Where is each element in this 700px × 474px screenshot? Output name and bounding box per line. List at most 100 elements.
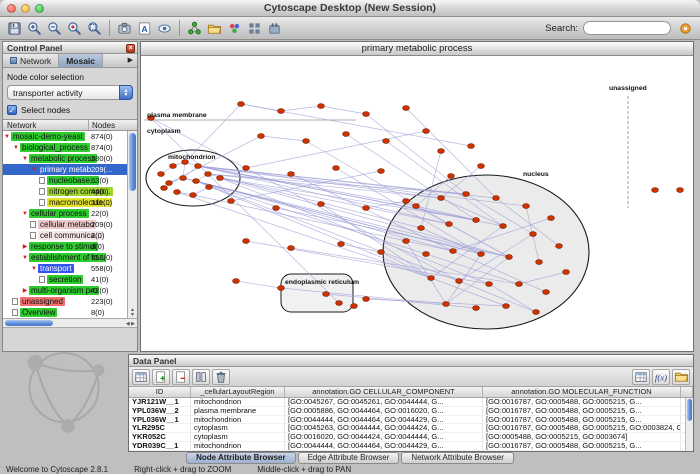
network-node[interactable] [543,290,550,295]
network-node[interactable] [243,166,250,171]
tree-expander-icon[interactable]: ▼ [30,266,38,272]
network-node[interactable] [351,304,358,309]
network-node[interactable] [536,260,543,265]
network-edge[interactable] [321,106,366,114]
scrollbar-arrows[interactable]: ◀ ▶ [126,321,135,327]
tree-expander-icon[interactable]: ▼ [30,167,38,173]
zoom-selected-icon[interactable] [65,19,84,38]
tree-vertical-scrollbar[interactable]: ▲▼ [127,131,137,318]
network-view-title[interactable]: primary metabolic process [141,42,693,56]
network-node[interactable] [228,199,235,204]
network-node[interactable] [478,164,485,169]
network-node[interactable] [403,199,410,204]
table-row-YDR039C__1[interactable]: YDR039C__1mitochondrion[GO:0044444, GO:0… [129,442,685,451]
network-node[interactable] [258,134,265,139]
close-button[interactable] [7,4,16,13]
network-node[interactable] [273,206,280,211]
network-node[interactable] [193,179,200,184]
network-node[interactable] [423,129,430,134]
network-node[interactable] [278,286,285,291]
tree-row-cellular-metabo[interactable]: cellular metabo209(0) [3,219,127,230]
tree-row-multi-organism-pro[interactable]: ▶multi-organism pro42(0) [3,285,127,296]
network-edge[interactable] [236,281,281,288]
scrollbar-thumb[interactable] [5,320,53,326]
zoom-button[interactable] [35,4,44,13]
network-node[interactable] [456,279,463,284]
table-row-YLR295C[interactable]: YLR295Ccytoplasm[GO:0045263, GO:0044444,… [129,424,685,433]
tree-horizontal-scrollbar[interactable]: ◀ ▶ [3,318,137,328]
network-node[interactable] [493,196,500,201]
tree-row-nitrogen-compo-[interactable]: nitrogen compo...44(0) [3,186,127,197]
scrollbar-thumb[interactable] [687,399,692,421]
network-node[interactable] [556,244,563,249]
color-attribute-dropdown[interactable]: transporter activity ▲▼ [7,85,133,100]
new-network-icon[interactable] [185,19,204,38]
network-node[interactable] [383,139,390,144]
network-node[interactable] [158,172,165,177]
tab-mosaic[interactable]: Mosaic [59,54,103,67]
tab-network[interactable]: Network [3,54,59,67]
tab-edge-attribute-browser[interactable]: Edge Attribute Browser [298,452,400,464]
scrollbar-thumb[interactable] [129,133,136,191]
tree-expander-icon[interactable]: ▼ [12,145,20,151]
network-node[interactable] [190,193,197,198]
network-edge[interactable] [241,104,471,146]
network-node[interactable] [516,282,523,287]
scrollbar-arrows[interactable]: ▲▼ [128,308,137,318]
network-node[interactable] [378,169,385,174]
network-node[interactable] [174,190,181,195]
tree-row-nucleobase-[interactable]: nucleobase...63(0) [3,175,127,186]
vizmapper-icon[interactable] [225,19,244,38]
network-node[interactable] [448,174,455,179]
column-header-1[interactable]: _cellularLayoutRegion [191,387,285,397]
tab-network-attribute-browser[interactable]: Network Attribute Browser [401,452,513,464]
tree-expander-icon[interactable]: ▶ [21,243,29,250]
network-node[interactable] [403,239,410,244]
network-node[interactable] [423,252,430,257]
network-node[interactable] [166,181,173,186]
configure-search-icon[interactable] [676,19,695,38]
tree-row-mosaic-demo-yeast[interactable]: ▼mosaic-demo-yeast874(0) [3,131,127,142]
tree-row-unassigned[interactable]: unassigned223(0) [3,296,127,307]
network-node[interactable] [478,252,485,257]
tree-row-overview[interactable]: Overview8(0) [3,307,127,318]
trash-icon[interactable] [212,369,230,385]
network-node[interactable] [486,282,493,287]
tree-expander-icon[interactable]: ▼ [21,156,29,162]
network-node[interactable] [503,304,510,309]
tree-row-establishment-of-lo-[interactable]: ▼establishment of lo...558(0) [3,252,127,263]
birdseye-icon[interactable] [155,19,174,38]
network-node[interactable] [523,204,530,209]
network-node[interactable] [363,112,370,117]
function-icon[interactable]: f(x) [652,369,670,385]
network-node[interactable] [463,192,470,197]
network-node[interactable] [473,218,480,223]
network-node[interactable] [338,242,345,247]
network-node[interactable] [418,226,425,231]
tree-expander-icon[interactable]: ▼ [3,134,11,140]
network-node[interactable] [195,164,202,169]
network-node[interactable] [473,306,480,311]
network-node[interactable] [343,132,350,137]
network-node[interactable] [530,232,537,237]
network-node[interactable] [278,109,285,114]
network-node[interactable] [450,249,457,254]
network-node[interactable] [288,172,295,177]
snapshot-icon[interactable] [115,19,134,38]
tree-expander-icon[interactable]: ▼ [21,255,29,261]
tree-expander-icon[interactable]: ▼ [21,211,29,217]
create-attribute-icon[interactable] [152,369,170,385]
network-node[interactable] [446,222,453,227]
column-icon[interactable] [192,369,210,385]
network-node[interactable] [233,279,240,284]
network-node[interactable] [363,297,370,302]
network-node[interactable] [318,104,325,109]
tree-row-transport[interactable]: ▼transport558(0) [3,263,127,274]
table-vertical-scrollbar[interactable] [685,398,693,451]
select-nodes-checkbox[interactable]: ✓ [7,105,17,115]
network-node[interactable] [428,276,435,281]
network-node[interactable] [180,176,187,181]
network-node[interactable] [205,172,212,177]
search-input[interactable] [583,21,671,35]
network-node[interactable] [170,164,177,169]
